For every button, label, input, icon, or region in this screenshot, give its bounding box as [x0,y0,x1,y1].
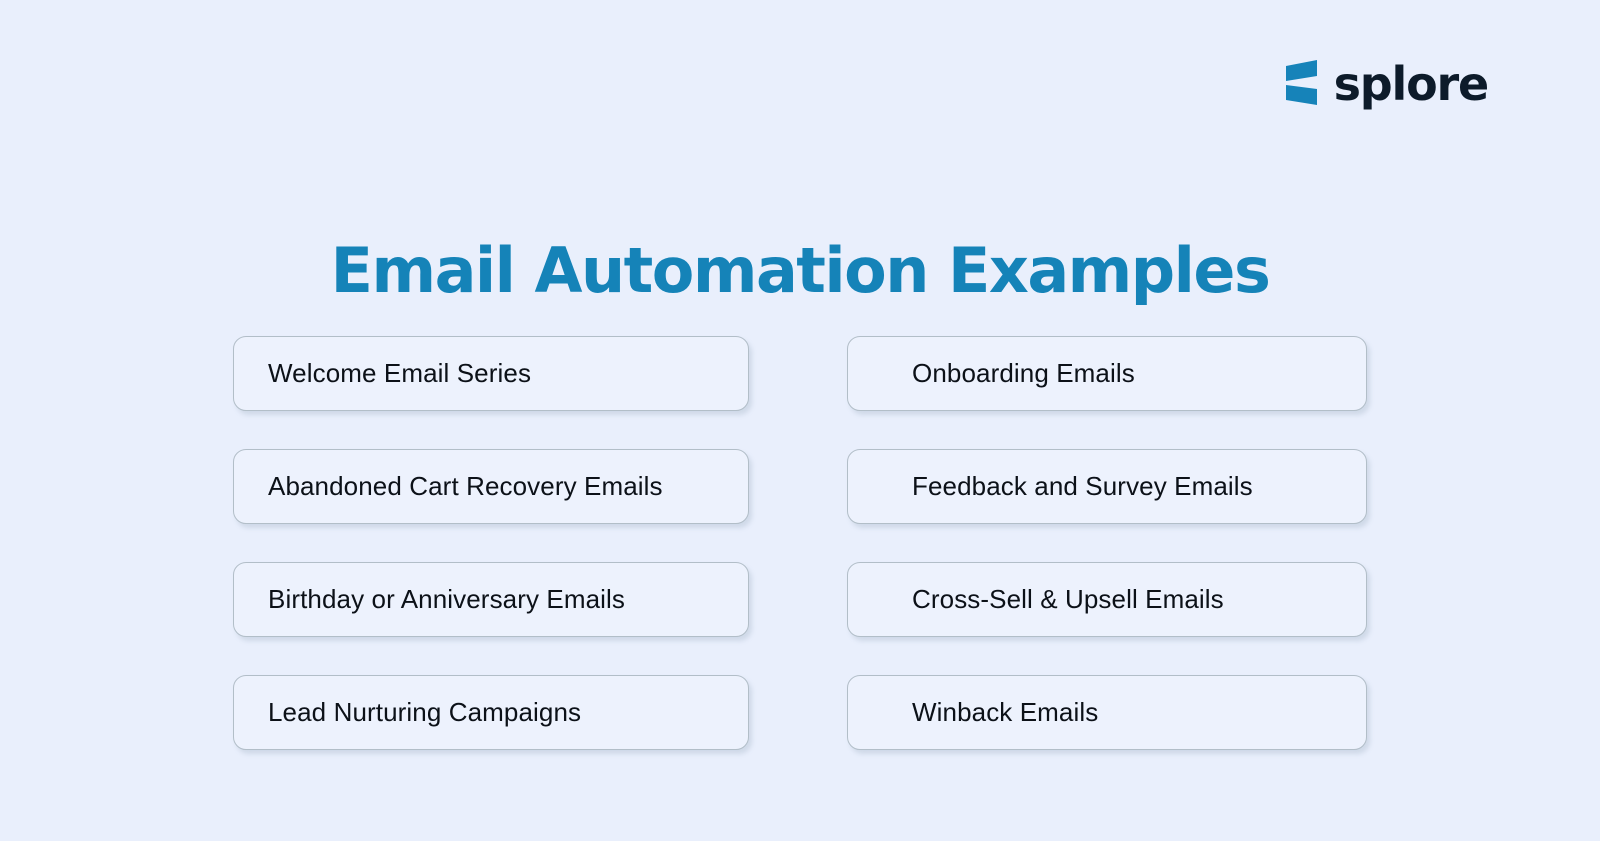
brand-wordmark: splore [1333,57,1490,111]
example-card-label: Welcome Email Series [268,357,532,388]
example-card[interactable]: Lead Nurturing Campaigns [233,675,749,750]
example-card[interactable]: Welcome Email Series [233,336,749,411]
example-card[interactable]: Abandoned Cart Recovery Emails [233,449,749,524]
example-card-label: Feedback and Survey Emails [912,470,1253,501]
example-card[interactable]: Winback Emails [847,675,1367,750]
example-card-label: Lead Nurturing Campaigns [268,696,582,727]
example-card-label: Cross-Sell & Upsell Emails [912,583,1224,614]
splore-logo-mark-icon [1284,58,1320,108]
examples-column-right: Onboarding Emails Feedback and Survey Em… [847,336,1367,750]
example-card-label: Winback Emails [912,696,1099,727]
example-card[interactable]: Feedback and Survey Emails [847,449,1367,524]
examples-grid: Welcome Email Series Abandoned Cart Reco… [233,336,1369,750]
example-card[interactable]: Birthday or Anniversary Emails [233,562,749,637]
example-card[interactable]: Onboarding Emails [847,336,1367,411]
example-card-label: Abandoned Cart Recovery Emails [268,470,663,501]
example-card-label: Onboarding Emails [912,357,1135,388]
brand-logo: splore [1284,57,1490,111]
examples-column-left: Welcome Email Series Abandoned Cart Reco… [233,336,749,750]
example-card[interactable]: Cross-Sell & Upsell Emails [847,562,1367,637]
example-card-label: Birthday or Anniversary Emails [268,583,626,614]
page-title: Email Automation Examples [330,233,1271,307]
